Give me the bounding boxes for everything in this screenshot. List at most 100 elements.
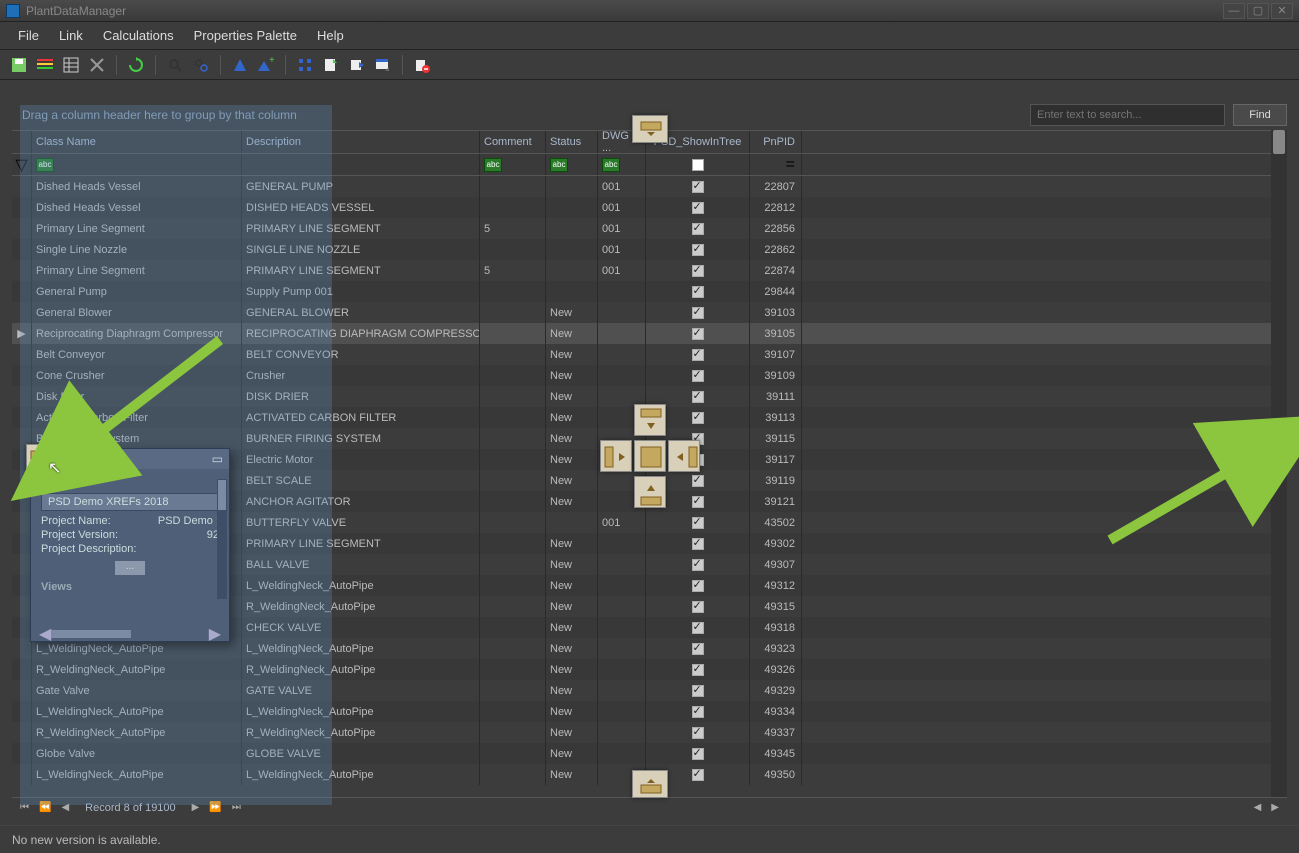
cell-show-in-tree[interactable] (646, 407, 750, 428)
nav-prev-icon[interactable]: ◀ (59, 802, 71, 813)
filter-status[interactable]: abc (546, 154, 598, 175)
panel-header[interactable]: lorer ▭ (31, 449, 229, 469)
table-row[interactable]: Gate ValveGATE VALVENew49329 (12, 680, 1271, 701)
cell-show-in-tree[interactable] (646, 743, 750, 764)
list-color-icon[interactable] (34, 54, 56, 76)
cell-show-in-tree[interactable] (646, 218, 750, 239)
panel-hscroll[interactable]: ◀▶ (39, 629, 221, 639)
add-icon[interactable] (229, 54, 251, 76)
more-button[interactable]: ... (115, 561, 145, 575)
col-pnpid[interactable]: PnPID (750, 131, 802, 153)
filter-indicator[interactable]: ▽ (12, 154, 32, 175)
refresh-icon[interactable] (125, 54, 147, 76)
cell-show-in-tree[interactable] (646, 659, 750, 680)
cell-show-in-tree[interactable] (646, 596, 750, 617)
table-row[interactable]: ▶Reciprocating Diaphragm CompressorRECIP… (12, 323, 1271, 344)
cell-show-in-tree[interactable] (646, 575, 750, 596)
panel-vscroll[interactable] (217, 479, 227, 599)
maximize-button[interactable]: ▢ (1247, 3, 1269, 19)
table-row[interactable]: Cone CrusherCrusherNew39109 (12, 365, 1271, 386)
cell-show-in-tree[interactable] (646, 449, 750, 470)
cell-show-in-tree[interactable] (646, 239, 750, 260)
cell-show-in-tree[interactable] (646, 470, 750, 491)
cell-show-in-tree[interactable] (646, 344, 750, 365)
nav-next-icon[interactable]: ▶ (190, 802, 202, 813)
titlebar[interactable]: PlantDataManager — ▢ ✕ (0, 0, 1299, 22)
col-status[interactable]: Status (546, 131, 598, 153)
nav-first-icon[interactable]: ⏮ (18, 802, 31, 813)
hscroll-right-icon[interactable]: ▶ (1269, 802, 1281, 813)
row-indicator-header[interactable] (12, 131, 32, 153)
table-row[interactable]: Activated Carbon FilterACTIVATED CARBON … (12, 407, 1271, 428)
col-class-name[interactable]: Class Name (32, 131, 242, 153)
cell-show-in-tree[interactable] (646, 512, 750, 533)
cell-show-in-tree[interactable] (646, 281, 750, 302)
cell-show-in-tree[interactable] (646, 260, 750, 281)
table-row[interactable]: Globe ValveGLOBE VALVENew49345 (12, 743, 1271, 764)
hscroll-left-icon[interactable]: ◀ (1252, 802, 1264, 813)
cell-show-in-tree[interactable] (646, 365, 750, 386)
cell-show-in-tree[interactable] (646, 323, 750, 344)
nav-last-icon[interactable]: ⏭ (230, 802, 243, 813)
minimize-button[interactable]: — (1223, 3, 1245, 19)
table-row[interactable]: L_WeldingNeck_AutoPipeL_WeldingNeck_Auto… (12, 701, 1271, 722)
cell-show-in-tree[interactable] (646, 617, 750, 638)
filter-class[interactable]: abc (32, 154, 242, 175)
menu-file[interactable]: File (8, 24, 49, 47)
menu-link[interactable]: Link (49, 24, 93, 47)
select-icon[interactable] (294, 54, 316, 76)
cell-show-in-tree[interactable] (646, 386, 750, 407)
vertical-scrollbar[interactable] (1271, 130, 1287, 797)
table-row[interactable]: Dished Heads VesselGENERAL PUMP00122807 (12, 176, 1271, 197)
find-replace-icon[interactable] (190, 54, 212, 76)
nav-next-page-icon[interactable]: ⏩ (207, 802, 223, 813)
search-input[interactable] (1030, 104, 1225, 126)
project-path-field[interactable]: PSD Demo XREFs 2018 (41, 493, 219, 511)
explorer-panel[interactable]: lorer ▭ Project PSD Demo XREFs 2018 Proj… (30, 448, 230, 642)
cell-show-in-tree[interactable] (646, 491, 750, 512)
dock-right-indicator[interactable] (1243, 444, 1271, 476)
menu-properties-palette[interactable]: Properties Palette (184, 24, 307, 47)
panel-close-icon[interactable]: ▭ (212, 452, 223, 466)
dock-bottom-indicator[interactable] (632, 770, 668, 798)
find-icon[interactable] (164, 54, 186, 76)
cell-show-in-tree[interactable] (646, 428, 750, 449)
menu-calculations[interactable]: Calculations (93, 24, 184, 47)
filter-dwg[interactable]: abc (598, 154, 646, 175)
table-row[interactable]: General PumpSupply Pump 00129844 (12, 281, 1271, 302)
save-icon[interactable] (8, 54, 30, 76)
table-row[interactable]: General BlowerGENERAL BLOWERNew39103 (12, 302, 1271, 323)
table-row[interactable]: Primary Line SegmentPRIMARY LINE SEGMENT… (12, 260, 1271, 281)
find-button[interactable]: Find (1233, 104, 1287, 126)
table-row[interactable]: Burner Firing SystemBURNER FIRING SYSTEM… (12, 428, 1271, 449)
col-comment[interactable]: Comment (480, 131, 546, 153)
cancel-icon[interactable] (86, 54, 108, 76)
menu-help[interactable]: Help (307, 24, 354, 47)
table-row[interactable]: Dished Heads VesselDISHED HEADS VESSEL00… (12, 197, 1271, 218)
table-row[interactable]: R_WeldingNeck_AutoPipeR_WeldingNeck_Auto… (12, 722, 1271, 743)
edit-icon[interactable] (320, 54, 342, 76)
nav-prev-page-icon[interactable]: ⏪ (37, 802, 53, 813)
table-row[interactable]: Primary Line SegmentPRIMARY LINE SEGMENT… (12, 218, 1271, 239)
table-row[interactable]: R_WeldingNeck_AutoPipeR_WeldingNeck_Auto… (12, 659, 1271, 680)
cell-show-in-tree[interactable] (646, 554, 750, 575)
cell-show-in-tree[interactable] (646, 680, 750, 701)
filter-pnpid[interactable]: = (750, 154, 802, 175)
layout-icon[interactable] (372, 54, 394, 76)
table-icon[interactable] (60, 54, 82, 76)
cell-show-in-tree[interactable] (646, 722, 750, 743)
col-description[interactable]: Description (242, 131, 480, 153)
cell-show-in-tree[interactable] (646, 533, 750, 554)
export-icon[interactable] (346, 54, 368, 76)
cell-show-in-tree[interactable] (646, 638, 750, 659)
dock-left-indicator[interactable] (26, 444, 54, 476)
close-button[interactable]: ✕ (1271, 3, 1293, 19)
table-row[interactable]: Belt ConveyorBELT CONVEYORNew39107 (12, 344, 1271, 365)
filter-comment[interactable]: abc (480, 154, 546, 175)
dock-top-indicator[interactable] (632, 115, 668, 143)
table-row[interactable]: Disk DrierDISK DRIERNew39111 (12, 386, 1271, 407)
cell-show-in-tree[interactable] (646, 176, 750, 197)
add-plus-icon[interactable]: + (255, 54, 277, 76)
filter-show[interactable] (646, 154, 750, 175)
cell-show-in-tree[interactable] (646, 302, 750, 323)
